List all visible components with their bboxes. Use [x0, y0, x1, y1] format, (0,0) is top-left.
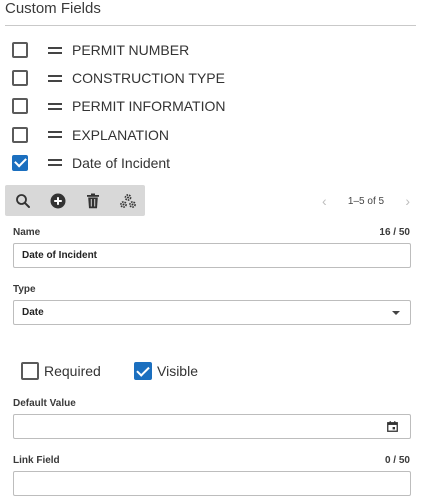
pager: ‹ 1–5 of 5 ›: [322, 192, 410, 210]
chevron-right-icon[interactable]: ›: [405, 193, 410, 209]
required-checkbox-box[interactable]: [21, 362, 39, 380]
pager-range: 1–5 of 5: [347, 195, 385, 207]
drag-handle-icon[interactable]: [48, 46, 62, 54]
drag-handle-icon[interactable]: [48, 159, 62, 167]
search-button[interactable]: [5, 185, 40, 216]
field-checkbox-permit-number[interactable]: [12, 42, 28, 59]
type-select-value: Date: [22, 307, 44, 318]
link-field-input[interactable]: [13, 471, 411, 496]
add-field-button[interactable]: [40, 185, 75, 216]
required-label: Required: [44, 363, 101, 379]
settings-button[interactable]: [110, 185, 145, 216]
field-label: Date of Incident: [72, 154, 171, 171]
field-list: PERMIT NUMBER CONSTRUCTION TYPE PERMIT I…: [12, 36, 412, 177]
visible-checkbox-box[interactable]: [134, 362, 152, 380]
field-row-permit-information[interactable]: PERMIT INFORMATION: [12, 92, 412, 120]
type-label: Type: [13, 284, 36, 295]
drag-handle-icon[interactable]: [48, 102, 62, 110]
field-row-permit-number[interactable]: PERMIT NUMBER: [12, 36, 412, 64]
section-title: Custom Fields: [5, 0, 101, 17]
delete-field-button[interactable]: [75, 185, 110, 216]
gears-icon: [119, 193, 136, 208]
drag-handle-icon[interactable]: [48, 131, 62, 139]
drag-handle-icon[interactable]: [48, 74, 62, 82]
field-label: CONSTRUCTION TYPE: [72, 70, 225, 87]
caret-down-icon: [392, 311, 400, 315]
search-icon: [15, 193, 30, 208]
field-toolbar: [5, 185, 145, 216]
default-value-input[interactable]: [13, 414, 411, 439]
field-row-explanation[interactable]: EXPLANATION: [12, 121, 412, 149]
name-input[interactable]: Date of Incident: [13, 243, 411, 268]
field-label: PERMIT NUMBER: [72, 42, 190, 59]
visible-checkbox[interactable]: Visible: [134, 362, 198, 380]
name-input-value: Date of Incident: [22, 250, 98, 261]
type-select[interactable]: Date: [13, 300, 411, 325]
add-circle-icon: [50, 193, 65, 208]
field-label: PERMIT INFORMATION: [72, 98, 226, 115]
custom-fields-panel: Custom Fields PERMIT NUMBER CONSTRUCTION…: [0, 0, 422, 504]
link-field-label: Link Field: [13, 455, 60, 466]
title-divider: [5, 25, 416, 26]
required-checkbox[interactable]: Required: [21, 362, 101, 380]
name-char-counter: 16 / 50: [379, 227, 410, 238]
field-checkbox-permit-information[interactable]: [12, 98, 28, 115]
field-label: EXPLANATION: [72, 126, 169, 143]
name-label: Name: [13, 227, 41, 238]
chevron-left-icon[interactable]: ‹: [322, 193, 327, 209]
default-value-label: Default Value: [13, 398, 76, 409]
field-checkbox-explanation[interactable]: [12, 126, 28, 143]
calendar-icon[interactable]: [387, 421, 398, 432]
field-checkbox-date-of-incident[interactable]: [12, 154, 28, 171]
field-checkbox-construction-type[interactable]: [12, 70, 28, 87]
field-row-construction-type[interactable]: CONSTRUCTION TYPE: [12, 64, 412, 92]
link-field-char-counter: 0 / 50: [384, 455, 410, 466]
visible-label: Visible: [157, 363, 198, 379]
field-row-date-of-incident[interactable]: Date of Incident: [12, 149, 412, 177]
trash-icon: [86, 193, 99, 208]
